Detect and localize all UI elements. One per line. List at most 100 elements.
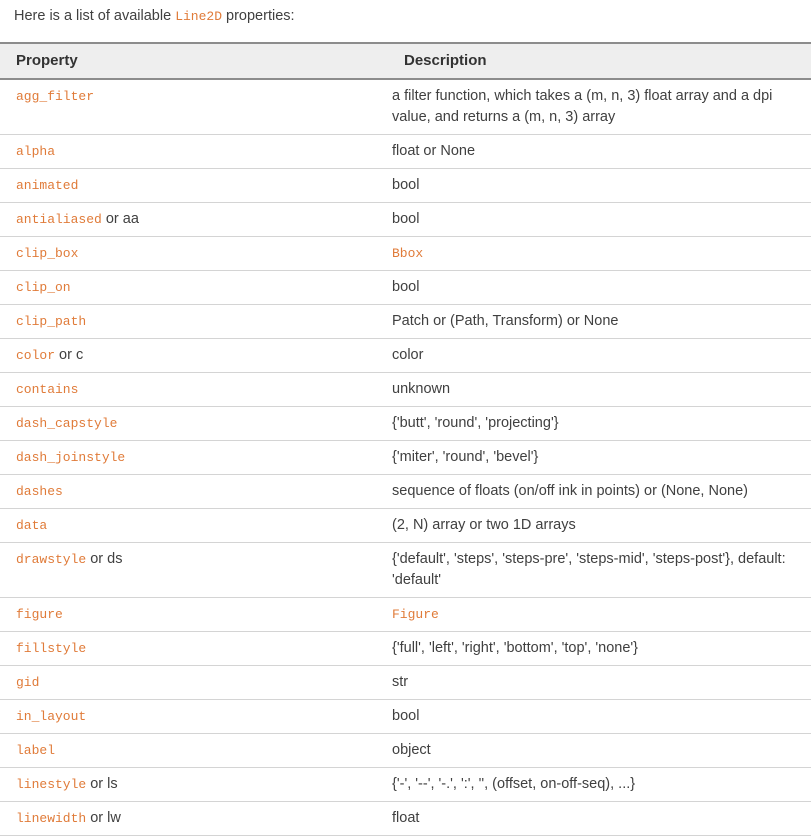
description-text: bool xyxy=(392,279,420,296)
description-text: str xyxy=(392,674,409,691)
table-header-row: Property Description xyxy=(0,42,811,81)
intro-text-before: Here is a list of available xyxy=(14,8,176,24)
property-name: label xyxy=(16,743,56,759)
property-cell: gid xyxy=(0,665,388,701)
property-cell: color or c xyxy=(0,338,388,374)
description-text: a filter function, which takes a (m, n, … xyxy=(392,88,773,126)
property-cell: drawstyle or ds xyxy=(0,542,388,599)
description-cell: {'default', 'steps', 'steps-pre', 'steps… xyxy=(388,542,811,599)
table-row: data (2, N) array or two 1D arrays xyxy=(0,508,811,544)
description-code: Figure xyxy=(392,607,439,623)
description-text: bool xyxy=(392,708,420,725)
description-cell: bool xyxy=(388,168,811,204)
property-name: contains xyxy=(16,382,79,398)
property-cell: figure xyxy=(0,597,388,633)
property-alias: or lw xyxy=(86,810,121,827)
intro-text-after: properties: xyxy=(222,8,295,24)
table-row: linestyle or ls {'-', '--', '-.', ':', ''… xyxy=(0,767,811,803)
table-row: drawstyle or ds {'default', 'steps', 'ste… xyxy=(0,542,811,599)
table-row: antialiased or aa bool xyxy=(0,202,811,238)
column-header-property: Property xyxy=(0,42,388,81)
property-cell: clip_on xyxy=(0,270,388,306)
description-code: Bbox xyxy=(392,246,424,262)
description-text: float xyxy=(392,810,420,827)
property-cell: dash_capstyle xyxy=(0,406,388,442)
table-row: contains unknown xyxy=(0,372,811,408)
description-cell: Figure xyxy=(388,597,811,633)
property-cell: dashes xyxy=(0,474,388,510)
description-text: float or None xyxy=(392,143,476,160)
property-alias: or c xyxy=(55,347,84,364)
property-name: clip_path xyxy=(16,314,87,330)
description-cell: (2, N) array or two 1D arrays xyxy=(388,508,811,544)
table-row: gid str xyxy=(0,665,811,701)
description-text: {'butt', 'round', 'projecting'} xyxy=(392,415,559,432)
description-cell: Patch or (Path, Transform) or None xyxy=(388,304,811,340)
description-text: color xyxy=(392,347,424,364)
description-text: (2, N) array or two 1D arrays xyxy=(392,517,576,534)
property-name: alpha xyxy=(16,144,56,160)
table-row: dash_joinstyle {'miter', 'round', 'bevel'… xyxy=(0,440,811,476)
property-name: clip_box xyxy=(16,246,79,262)
property-alias: or ls xyxy=(86,776,118,793)
table-row: agg_filter a filter function, which takes… xyxy=(0,79,811,136)
description-cell: {'full', 'left', 'right', 'bottom', 'top… xyxy=(388,631,811,667)
description-cell: unknown xyxy=(388,372,811,408)
property-cell: fillstyle xyxy=(0,631,388,667)
property-cell: label xyxy=(0,733,388,769)
table-row: clip_path Patch or (Path, Transform) or N… xyxy=(0,304,811,340)
property-cell: in_layout xyxy=(0,699,388,735)
description-text: bool xyxy=(392,211,420,228)
description-text: sequence of floats (on/off ink in points… xyxy=(392,483,748,500)
property-alias: or ds xyxy=(86,551,123,568)
table-row: fillstyle {'full', 'left', 'right', 'bott… xyxy=(0,631,811,667)
property-cell: agg_filter xyxy=(0,79,388,136)
property-alias: or aa xyxy=(101,211,139,228)
description-text: {'full', 'left', 'right', 'bottom', 'top… xyxy=(392,640,639,657)
description-cell: {'-', '--', '-.', ':', '', (offset, on-o… xyxy=(388,767,811,803)
property-name: linewidth xyxy=(16,811,87,827)
table-header: Property Description xyxy=(0,42,811,81)
description-cell: Bbox xyxy=(388,236,811,272)
property-cell: antialiased or aa xyxy=(0,202,388,238)
description-cell: str xyxy=(388,665,811,701)
description-cell: bool xyxy=(388,202,811,238)
property-cell: clip_path xyxy=(0,304,388,340)
property-name: figure xyxy=(16,607,63,623)
property-cell: contains xyxy=(0,372,388,408)
description-cell: object xyxy=(388,733,811,769)
intro-paragraph: Here is a list of available Line2D prope… xyxy=(0,0,811,27)
property-cell: linewidth or lw xyxy=(0,801,388,837)
property-cell: data xyxy=(0,508,388,544)
description-text: Patch or (Path, Transform) or None xyxy=(392,313,619,330)
column-header-description: Description xyxy=(388,42,811,81)
table-row: figure Figure xyxy=(0,597,811,633)
table-row: in_layout bool xyxy=(0,699,811,735)
table-row: animated bool xyxy=(0,168,811,204)
property-name: dash_joinstyle xyxy=(16,450,126,466)
property-cell: alpha xyxy=(0,134,388,170)
description-text: unknown xyxy=(392,381,451,398)
property-cell: dash_joinstyle xyxy=(0,440,388,476)
property-name: color xyxy=(16,348,56,364)
table-row: dashes sequence of floats (on/off ink in … xyxy=(0,474,811,510)
property-name: fillstyle xyxy=(16,641,87,657)
table-row: linewidth or lw float xyxy=(0,801,811,837)
property-name: clip_on xyxy=(16,280,71,296)
property-name: antialiased xyxy=(16,212,102,228)
property-name: drawstyle xyxy=(16,552,87,568)
property-cell: animated xyxy=(0,168,388,204)
table-row: dash_capstyle {'butt', 'round', 'projecti… xyxy=(0,406,811,442)
description-cell: color xyxy=(388,338,811,374)
property-name: dash_capstyle xyxy=(16,416,118,432)
property-name: linestyle xyxy=(16,777,87,793)
inline-code-line2d: Line2D xyxy=(175,9,222,24)
description-text: object xyxy=(392,742,431,759)
table-row: clip_box Bbox xyxy=(0,236,811,272)
line2d-properties-table: Property Description agg_filter a filter … xyxy=(0,42,811,839)
description-text: {'miter', 'round', 'bevel'} xyxy=(392,449,539,466)
table-row: clip_on bool xyxy=(0,270,811,306)
description-cell: float or None xyxy=(388,134,811,170)
table-row: color or c color xyxy=(0,338,811,374)
table-row: alpha float or None xyxy=(0,134,811,170)
